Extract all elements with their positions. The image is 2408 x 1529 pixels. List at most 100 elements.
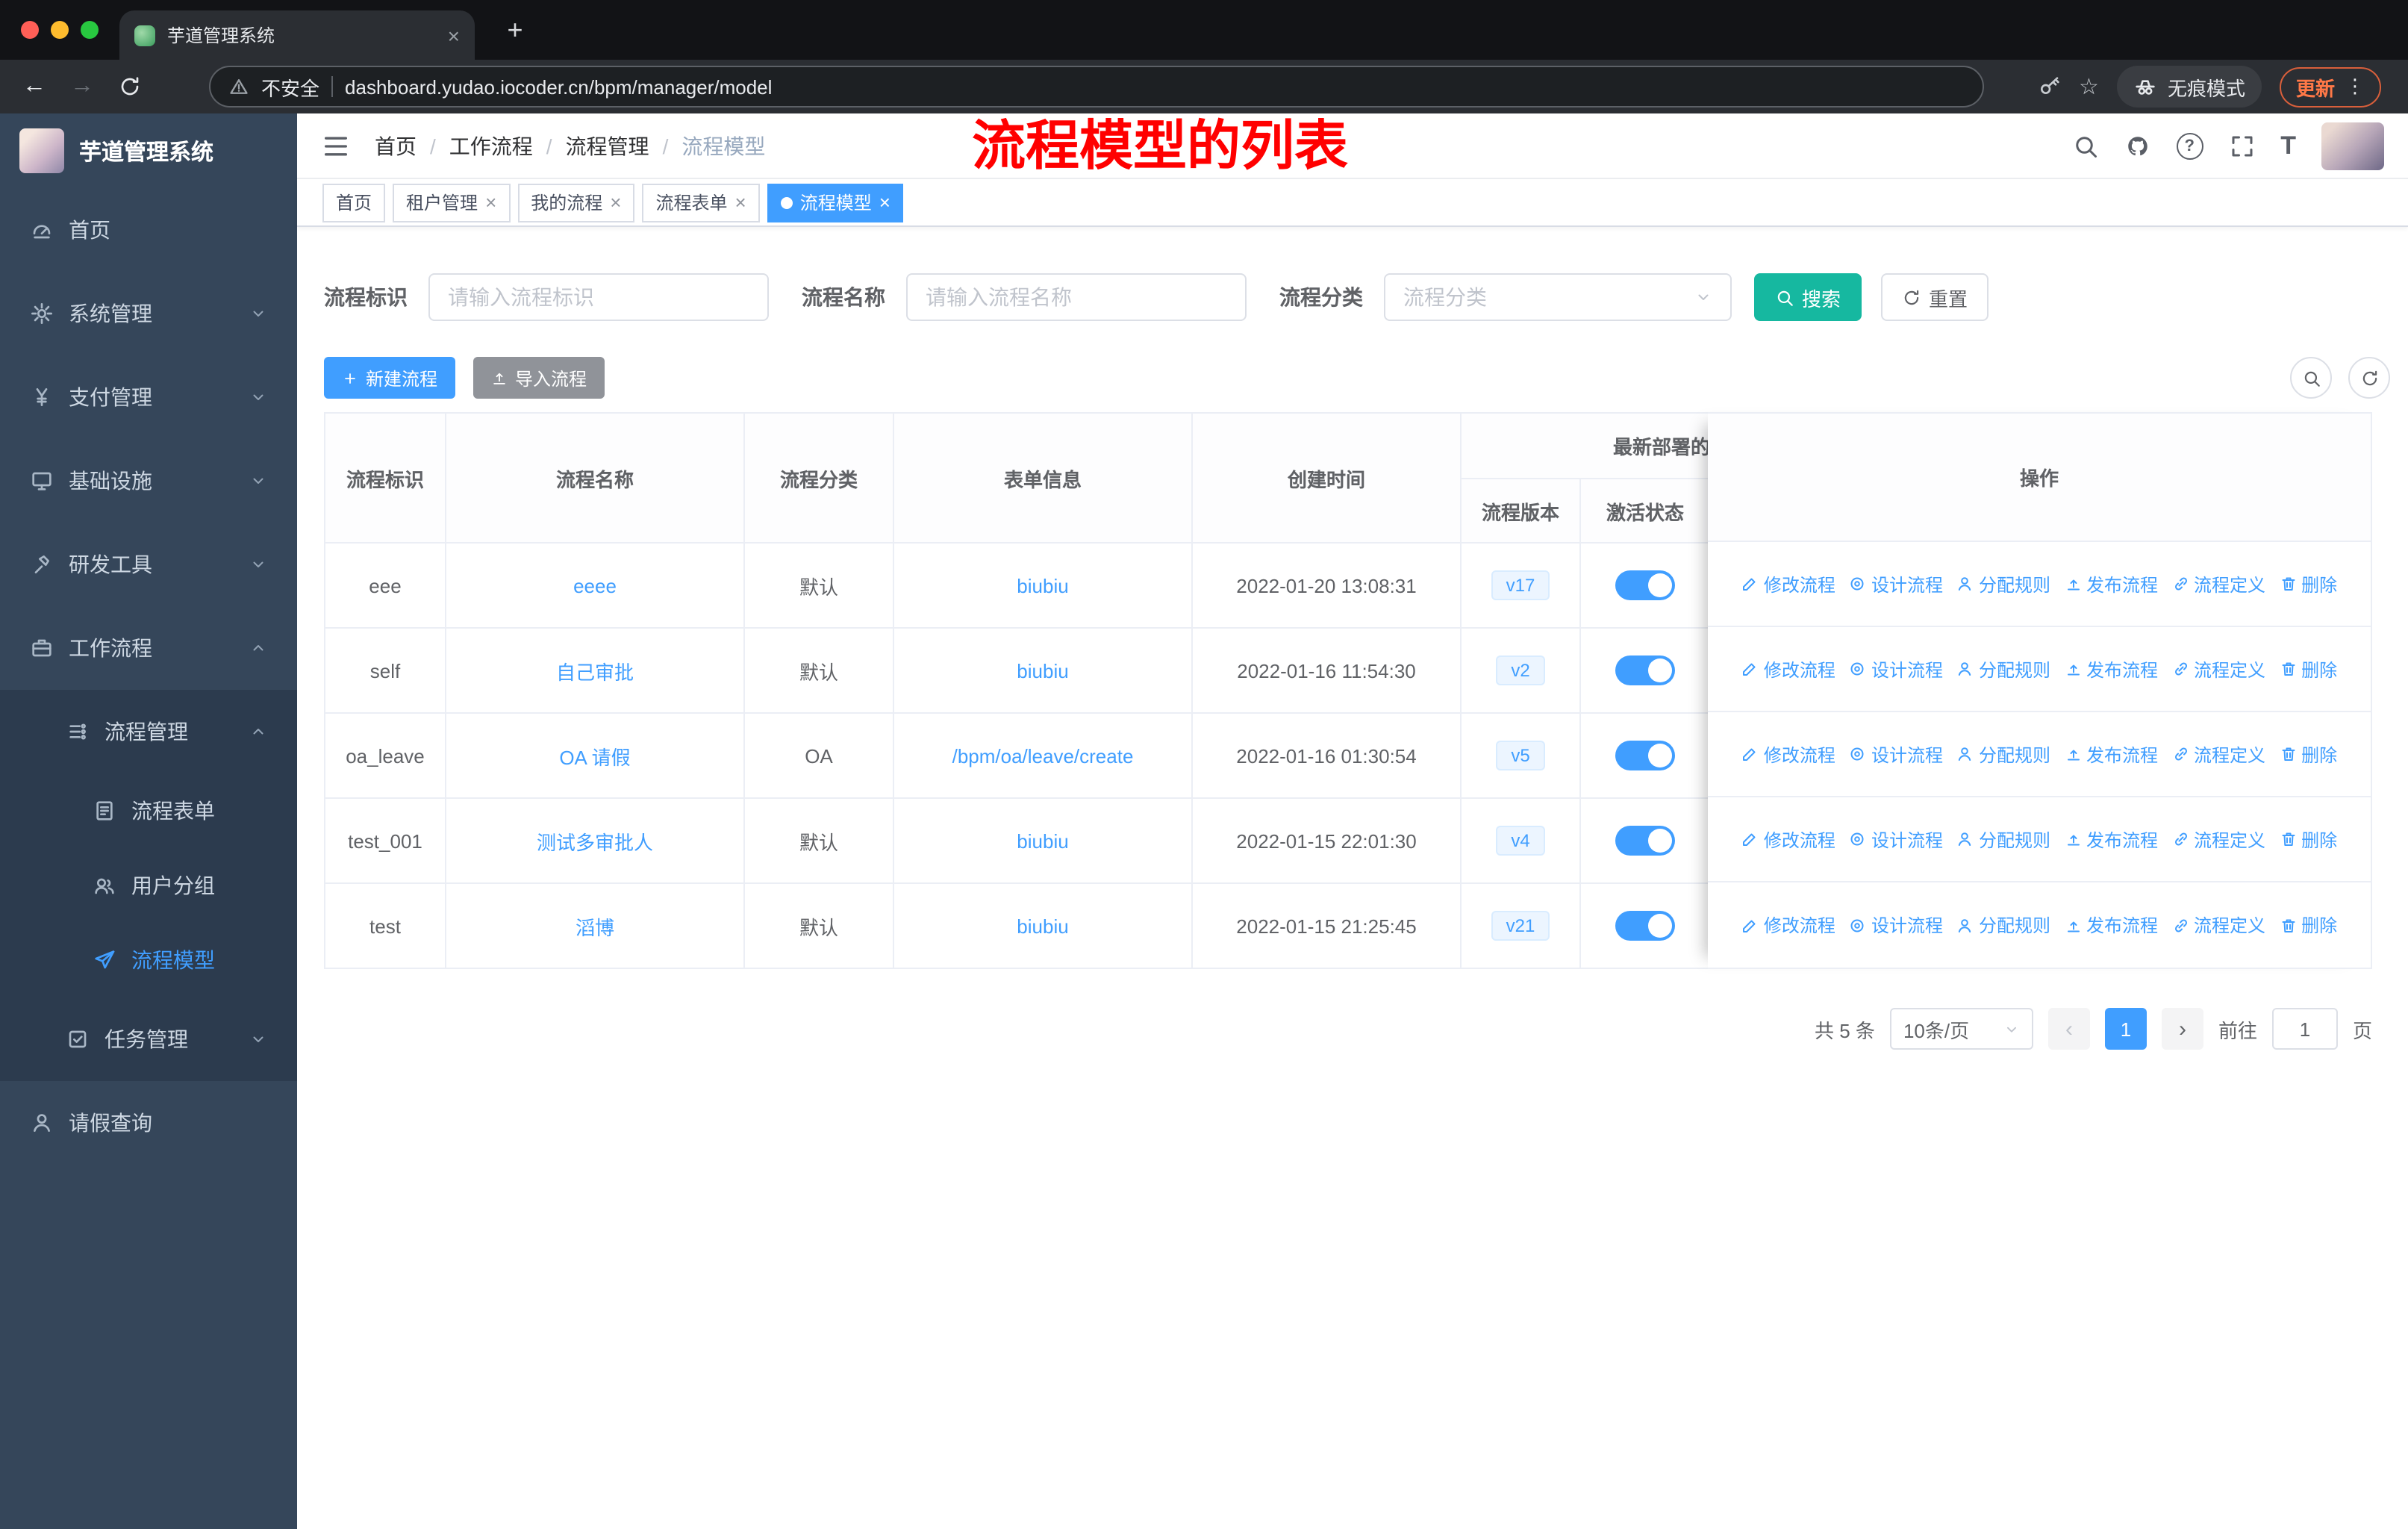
sidebar-item-payment[interactable]: 支付管理 (0, 355, 297, 439)
form-info-link[interactable]: biubiu (1017, 829, 1068, 852)
action-modify[interactable]: 修改流程 (1741, 826, 1835, 852)
help-icon[interactable]: ? (2176, 132, 2203, 159)
action-assign-rules[interactable]: 分配规则 (1956, 826, 2050, 852)
password-key-icon[interactable] (2037, 75, 2061, 99)
action-definition[interactable]: 流程定义 (2171, 571, 2265, 597)
active-toggle[interactable] (1615, 655, 1675, 685)
page-number-current[interactable]: 1 (2104, 1008, 2147, 1050)
prev-page-button[interactable]: ‹ (2047, 1008, 2090, 1050)
action-design[interactable]: 设计流程 (1849, 656, 1943, 682)
action-design[interactable]: 设计流程 (1849, 741, 1943, 767)
address-bar[interactable]: 不安全 dashboard.yudao.iocoder.cn/bpm/manag… (209, 66, 1984, 108)
action-delete[interactable]: 删除 (2279, 912, 2337, 938)
action-modify[interactable]: 修改流程 (1741, 656, 1835, 682)
action-definition[interactable]: 流程定义 (2171, 826, 2265, 852)
new-tab-button[interactable]: + (499, 13, 531, 46)
sidebar-item-process-form[interactable]: 流程表单 (0, 773, 297, 848)
process-category-select[interactable]: 流程分类 (1384, 273, 1732, 321)
sidebar-item-process-model[interactable]: 流程模型 (0, 923, 297, 997)
process-name-link[interactable]: 测试多审批人 (537, 831, 653, 853)
tab-close-icon[interactable]: × (448, 25, 460, 46)
sidebar-item-devtools[interactable]: 研发工具 (0, 523, 297, 606)
tag-home[interactable]: 首页 (322, 183, 386, 222)
sidebar-item-home[interactable]: 首页 (0, 188, 297, 272)
process-name-link[interactable]: 滔博 (576, 916, 614, 938)
create-process-button[interactable]: 新建流程 (324, 357, 456, 399)
font-size-icon[interactable]: T (2280, 131, 2296, 161)
close-icon[interactable]: × (610, 193, 621, 212)
browser-tab[interactable]: 芋道管理系统 × (119, 10, 475, 60)
forward-button[interactable]: → (63, 67, 102, 106)
tag-process-model-active[interactable]: 流程模型 × (767, 183, 904, 222)
action-delete[interactable]: 删除 (2279, 826, 2337, 852)
action-publish[interactable]: 发布流程 (2064, 571, 2158, 597)
form-info-link[interactable]: /bpm/oa/leave/create (952, 744, 1134, 767)
active-toggle[interactable] (1615, 741, 1675, 770)
next-page-button[interactable]: › (2161, 1008, 2203, 1050)
search-button[interactable]: 搜索 (1754, 273, 1862, 321)
action-design[interactable]: 设计流程 (1849, 571, 1943, 597)
bookmark-star-icon[interactable]: ☆ (2079, 73, 2099, 100)
action-definition[interactable]: 流程定义 (2171, 656, 2265, 682)
browser-update-button[interactable]: 更新 ⋮ (2279, 66, 2381, 107)
process-name-link[interactable]: eeee (573, 574, 617, 597)
action-assign-rules[interactable]: 分配规则 (1956, 912, 2050, 938)
sidebar-item-task-management[interactable]: 任务管理 (0, 997, 297, 1081)
reload-button[interactable] (110, 67, 149, 106)
sidebar-item-leave-query[interactable]: 请假查询 (0, 1081, 297, 1165)
action-publish[interactable]: 发布流程 (2064, 826, 2158, 852)
refresh-table-button[interactable] (2348, 357, 2390, 399)
action-assign-rules[interactable]: 分配规则 (1956, 571, 2050, 597)
action-delete[interactable]: 删除 (2279, 741, 2337, 767)
close-icon[interactable]: × (485, 193, 496, 212)
process-id-input[interactable] (428, 273, 769, 321)
form-info-link[interactable]: biubiu (1017, 574, 1068, 597)
form-info-link[interactable]: biubiu (1017, 915, 1068, 937)
zoom-window-button[interactable] (81, 21, 99, 39)
process-name-link[interactable]: OA 请假 (559, 746, 630, 768)
breadcrumb-process-management[interactable]: 流程管理 (566, 131, 649, 161)
tag-my-process[interactable]: 我的流程 × (517, 183, 635, 222)
active-toggle[interactable] (1615, 570, 1675, 600)
action-publish[interactable]: 发布流程 (2064, 656, 2158, 682)
fullscreen-icon[interactable] (2228, 132, 2255, 159)
close-icon[interactable]: × (879, 193, 890, 212)
sidebar-collapse-icon[interactable] (321, 131, 351, 161)
page-size-select[interactable]: 10条/页 (1889, 1008, 2033, 1050)
action-delete[interactable]: 删除 (2279, 571, 2337, 597)
reset-button[interactable]: 重置 (1881, 273, 1989, 321)
breadcrumb-workflow[interactable]: 工作流程 (449, 131, 533, 161)
import-process-button[interactable]: 导入流程 (473, 357, 605, 399)
goto-page-input[interactable] (2271, 1008, 2338, 1050)
close-icon[interactable]: × (735, 193, 746, 212)
action-modify[interactable]: 修改流程 (1741, 741, 1835, 767)
sidebar-item-user-group[interactable]: 用户分组 (0, 848, 297, 923)
breadcrumb-home[interactable]: 首页 (375, 131, 417, 161)
action-publish[interactable]: 发布流程 (2064, 912, 2158, 938)
show-search-button[interactable] (2290, 357, 2332, 399)
form-info-link[interactable]: biubiu (1017, 659, 1068, 682)
sidebar-item-process-management[interactable]: 流程管理 (0, 690, 297, 773)
action-publish[interactable]: 发布流程 (2064, 741, 2158, 767)
action-modify[interactable]: 修改流程 (1741, 571, 1835, 597)
action-design[interactable]: 设计流程 (1849, 912, 1943, 938)
action-assign-rules[interactable]: 分配规则 (1956, 656, 2050, 682)
action-assign-rules[interactable]: 分配规则 (1956, 741, 2050, 767)
sidebar-item-system[interactable]: 系统管理 (0, 272, 297, 355)
action-design[interactable]: 设计流程 (1849, 826, 1943, 852)
minimize-window-button[interactable] (51, 21, 69, 39)
user-avatar[interactable] (2321, 122, 2384, 169)
close-window-button[interactable] (21, 21, 39, 39)
process-name-input[interactable] (906, 273, 1247, 321)
action-definition[interactable]: 流程定义 (2171, 912, 2265, 938)
github-icon[interactable] (2124, 132, 2150, 159)
browser-menu-icon[interactable]: ⋮ (2345, 75, 2365, 99)
action-delete[interactable]: 删除 (2279, 656, 2337, 682)
active-toggle[interactable] (1615, 826, 1675, 856)
sidebar-item-workflow[interactable]: 工作流程 (0, 606, 297, 690)
search-icon[interactable] (2071, 132, 2098, 159)
tag-tenant-management[interactable]: 租户管理 × (393, 183, 511, 222)
sidebar-item-infrastructure[interactable]: 基础设施 (0, 439, 297, 523)
process-name-link[interactable]: 自己审批 (556, 661, 634, 683)
action-modify[interactable]: 修改流程 (1741, 912, 1835, 938)
